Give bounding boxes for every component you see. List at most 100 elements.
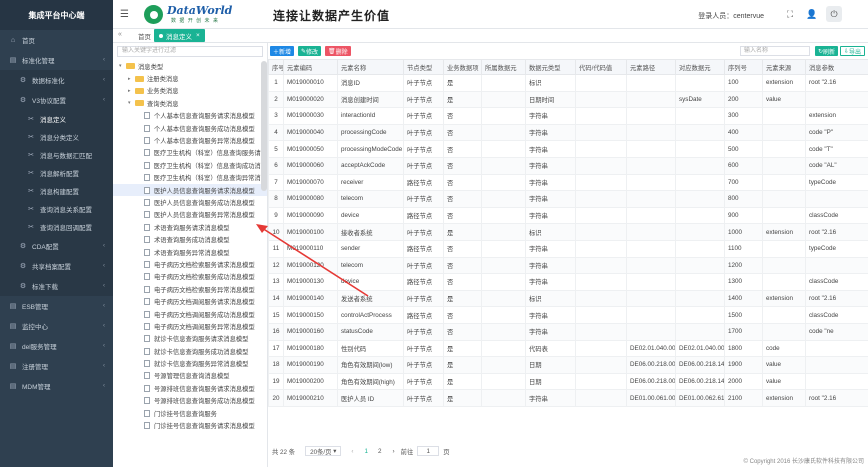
tree-node[interactable]: ▾ 消息类型	[113, 60, 267, 72]
tree-node[interactable]: 号源排班信息查询服务成功消息模型	[113, 395, 267, 407]
tree-node[interactable]: 电子病历文档调阅服务异常消息模型	[113, 320, 267, 332]
tree-node[interactable]: 电子病历文档检索服务异常消息模型	[113, 283, 267, 295]
name-search-input[interactable]: 输入名称	[740, 46, 810, 56]
table-row[interactable]: 15 M019000150 controlActProcess 路径节点否 字符串 150…	[268, 306, 868, 324]
export-button[interactable]: ⇩ 导出	[839, 46, 865, 56]
tree-toggle-icon[interactable]: ▾	[119, 63, 126, 69]
sidebar-item[interactable]: ✂ 查询消息回调配置	[0, 218, 113, 236]
sidebar-item[interactable]: ✂ 消息与数据汇匹配	[0, 146, 113, 164]
sidebar-item[interactable]: ⚙ 共享档案配置 ‹	[0, 256, 113, 276]
sidebar-item[interactable]: ▤ 监控中心 ‹	[0, 316, 113, 336]
column-header[interactable]: 元素路径	[626, 59, 676, 75]
tree-node[interactable]: 个人基本信息查询服务成功消息模型	[113, 122, 267, 134]
sidebar-item[interactable]: ✂ 消息分类定义	[0, 128, 113, 146]
tree-toggle-icon[interactable]: ▾	[128, 100, 135, 106]
tree-node[interactable]: 号源管理信息查询消息模型	[113, 370, 267, 382]
fullscreen-icon[interactable]: ⛶	[782, 6, 798, 22]
tree-node[interactable]: 电子病历文档调阅服务成功消息模型	[113, 308, 267, 320]
tree-node[interactable]: 医护人员信息查询服务成功消息模型	[113, 196, 267, 208]
tab-message-definition[interactable]: 消息定义 ×	[154, 29, 205, 42]
add-button[interactable]: ＋ 新增	[270, 46, 295, 56]
table-row[interactable]: 19 M019000200 角色有效期间(high) 叶子节点是 日期 DE06.00.2…	[268, 372, 868, 391]
page-1-button[interactable]: 1	[365, 448, 369, 455]
sidebar-item[interactable]: ✂ 消息解析配置	[0, 164, 113, 182]
tree-search-input[interactable]: 输入关键字进行过滤	[117, 46, 263, 57]
tree-node[interactable]: 医疗卫生机构（科室）信息查询服务请求	[113, 147, 267, 159]
close-tab-icon[interactable]: ×	[196, 32, 200, 39]
column-header[interactable]: 元素来源	[762, 59, 806, 75]
table-row[interactable]: 11 M019000110 sender 路径节点否 字符串 1100 typeCode	[268, 239, 868, 258]
tree-node[interactable]: ▸ 注册类消息	[113, 72, 267, 84]
tree-node[interactable]: 号源排班信息查询服务请求消息模型	[113, 382, 267, 394]
column-header[interactable]: 元素名称	[337, 59, 404, 75]
table-row[interactable]: 9 M019000090 device 路径节点否 字符串 900 classCode	[268, 206, 868, 225]
tree-node[interactable]: 术语查询服务异常消息模型	[113, 246, 267, 258]
goto-page-input[interactable]: 1	[417, 446, 440, 456]
table-row[interactable]: 12 M019000120 telecom 叶子节点否 字符串 1200	[268, 256, 868, 275]
prev-page-button[interactable]: ‹	[351, 448, 353, 455]
user-icon[interactable]: 👤	[804, 6, 820, 22]
table-row[interactable]: 16 M019000160 statusCode 叶子节点否 字符串 1700 code "…	[268, 322, 868, 341]
column-header[interactable]: 元素编码	[283, 59, 338, 75]
sidebar-item[interactable]: ⚙ V3协议配置 ‹	[0, 90, 113, 110]
table-row[interactable]: 13 M019000130 device 路径节点否 字符串 1300 classCode	[268, 273, 868, 291]
column-header[interactable]: 消息参数	[805, 59, 868, 75]
table-row[interactable]: 1 M019000010 消息ID 叶子节点是 标识 100 extension root "…	[268, 74, 868, 92]
sidebar-item[interactable]: ▤ ESB管理 ‹	[0, 296, 113, 316]
table-row[interactable]: 20 M019000210 医护人员 ID 叶子节点是 字符串 DE01.00.061.0…	[268, 389, 868, 407]
menu-toggle-icon[interactable]: ☰	[120, 9, 129, 20]
next-page-button[interactable]: ›	[393, 448, 395, 455]
sidebar-item[interactable]: ⌂ 首页	[0, 30, 113, 50]
column-header[interactable]: 对应数据元	[675, 59, 725, 75]
tree-scrollbar[interactable]	[261, 61, 267, 191]
table-row[interactable]: 18 M019000190 角色有效期间(low) 叶子节点是 日期 DE06.00.21…	[268, 356, 868, 374]
page-size-select[interactable]: 20条/页 ▾	[305, 446, 342, 456]
tree-node[interactable]: 就诊卡信息查询服务异常消息模型	[113, 357, 267, 369]
tree-node[interactable]: 个人基本信息查询服务异常消息模型	[113, 134, 267, 146]
table-row[interactable]: 17 M019000180 性别代码 叶子节点是 代码表 DE02.01.040.00 DE…	[268, 339, 868, 358]
tree-node[interactable]: 门诊挂号信息查询服务	[113, 407, 267, 419]
column-header[interactable]: 序列号	[724, 59, 763, 75]
tree-node[interactable]: 医护人员信息查询服务请求消息模型	[113, 183, 267, 197]
sidebar-item[interactable]: ▤ 标准化管理 ‹	[0, 50, 113, 70]
table-row[interactable]: 6 M019000060 acceptAckCode 叶子节点否 字符串 600 code …	[268, 156, 868, 175]
sidebar-item[interactable]: ✂ 查询消息关系配置	[0, 200, 113, 218]
edit-button[interactable]: ✎ 修改	[298, 46, 322, 56]
tab-scroll-left-icon[interactable]: «	[118, 31, 122, 38]
table-row[interactable]: 5 M019000050 processingModeCode 叶子节点否 字符串 500…	[268, 140, 868, 158]
sidebar-item[interactable]: ⚙ CDA配置 ‹	[0, 236, 113, 256]
tab-home[interactable]: 首页	[133, 29, 156, 42]
tree-node[interactable]: 就诊卡信息查询服务成功消息模型	[113, 345, 267, 357]
tree-node[interactable]: 医疗卫生机构（科室）信息查询异常消息	[113, 172, 267, 184]
column-header[interactable]: 代码/代码值	[575, 59, 627, 75]
table-row[interactable]: 3 M019000030 interactionId 叶子节点否 字符串 300 exten…	[268, 107, 868, 125]
sidebar-item[interactable]: ▤ MDM管理 ‹	[0, 376, 113, 396]
table-row[interactable]: 14 M019000140 发送者系统 叶子节点是 标识 1400 extension roo…	[268, 289, 868, 308]
tree-node[interactable]: 电子病历文档检索服务成功消息模型	[113, 271, 267, 283]
refresh-button[interactable]: ↻ 刷新	[814, 46, 838, 56]
column-header[interactable]: 数据元类型	[525, 59, 576, 75]
table-row[interactable]: 8 M019000080 telecom 叶子节点否 字符串 800	[268, 190, 868, 208]
table-row[interactable]: 4 M019000040 processingCode 叶子节点否 字符串 400 code…	[268, 123, 868, 142]
tree-node[interactable]: 术语查询服务成功消息模型	[113, 233, 267, 245]
column-header[interactable]: 所属数据元	[481, 59, 526, 75]
sidebar-item[interactable]: ▤ del服务管理 ‹	[0, 336, 113, 356]
column-header[interactable]: 业务数据项	[443, 59, 482, 75]
sidebar-item[interactable]: ▤ 注册管理 ‹	[0, 356, 113, 376]
tree-node[interactable]: 电子病历文档检索服务请求消息模型	[113, 258, 267, 270]
tree-node[interactable]: 术语查询服务请求消息模型	[113, 221, 267, 233]
sidebar-item[interactable]: ✂ 消息构建配置	[0, 182, 113, 200]
tree-node[interactable]: 医疗卫生机构（科室）信息查询成功消息	[113, 159, 267, 171]
tree-node[interactable]: 门诊挂号信息查询服务请求消息模型	[113, 419, 267, 431]
sidebar-item[interactable]: ⚙ 标准下载 ‹	[0, 276, 113, 296]
column-header[interactable]: 序号	[268, 59, 284, 75]
tree-node[interactable]: ▸ 业务类消息	[113, 85, 267, 97]
tree-node[interactable]: 电子病历文档调阅服务请求消息模型	[113, 295, 267, 307]
tree-toggle-icon[interactable]: ▸	[128, 88, 135, 94]
delete-button[interactable]: 🗑 删除	[325, 46, 351, 56]
table-row[interactable]: 10 M019000100 接收者系统 叶子节点是 标识 1000 extension roo…	[268, 223, 868, 241]
tree-toggle-icon[interactable]: ▸	[128, 76, 135, 82]
tree-node[interactable]: 医护人员信息查询服务异常消息模型	[113, 209, 267, 221]
tree-node[interactable]: 就诊卡信息查询服务请求消息模型	[113, 333, 267, 345]
sidebar-item[interactable]: ✂ 消息定义	[0, 110, 113, 128]
